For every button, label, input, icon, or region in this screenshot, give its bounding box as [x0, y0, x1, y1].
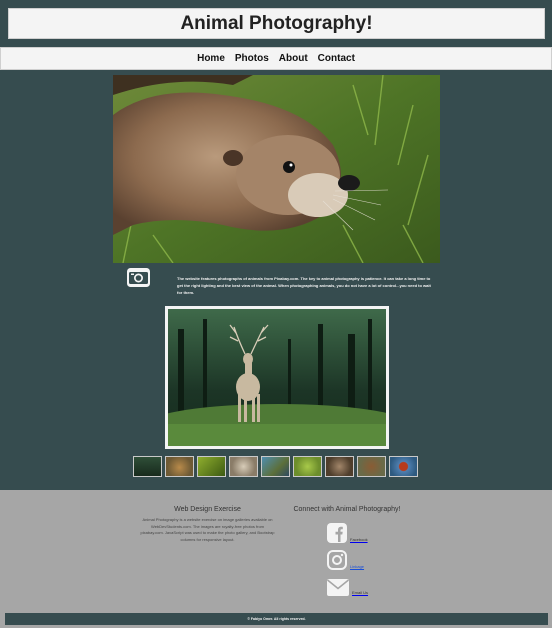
- camera-icon: [127, 268, 150, 287]
- facebook-icon: [327, 523, 347, 543]
- featured-deer-image: [168, 309, 386, 446]
- thumbnail-green-lizard[interactable]: [197, 456, 226, 477]
- site-title: Animal Photography!: [180, 12, 373, 34]
- footer: Web Design Exercise Animal Photography i…: [0, 490, 552, 628]
- instagram-link[interactable]: Linkage: [326, 549, 364, 571]
- facebook-label: Facebook: [350, 537, 368, 542]
- email-link[interactable]: Email Us: [326, 578, 368, 597]
- intro-text: The website features photographs of anim…: [177, 276, 431, 295]
- footer-about-text: Animal Photography is a website exercise…: [140, 517, 275, 542]
- envelope-icon: [326, 579, 350, 596]
- thumbnail-lion[interactable]: [165, 456, 194, 477]
- thumbnail-hedgehog[interactable]: [229, 456, 258, 477]
- thumbnail-strip: [133, 456, 418, 477]
- footer-about: Web Design Exercise Animal Photography i…: [140, 506, 275, 543]
- nav-contact-link[interactable]: Contact: [318, 53, 355, 64]
- copyright-bar: © Fabiyo Omer. All rights reserved.: [5, 613, 548, 625]
- instagram-icon: [327, 550, 347, 570]
- nav-about-link[interactable]: About: [279, 53, 308, 64]
- thumbnail-green-frog[interactable]: [293, 456, 322, 477]
- copyright-text: © Fabiyo Omer. All rights reserved.: [247, 617, 306, 621]
- email-label: Email Us: [352, 590, 369, 595]
- footer-connect: Connect with Animal Photography! Faceboo…: [292, 506, 402, 596]
- instagram-label: Linkage: [350, 564, 365, 569]
- thumbnail-forest-deer[interactable]: [133, 456, 162, 477]
- footer-about-title: Web Design Exercise: [174, 506, 241, 513]
- facebook-link[interactable]: Facebook: [326, 522, 368, 544]
- title-bar: Animal Photography!: [8, 8, 545, 39]
- footer-connect-title: Connect with Animal Photography!: [293, 506, 401, 513]
- thumbnail-ladybug[interactable]: [389, 456, 418, 477]
- nav-photos-link[interactable]: Photos: [235, 53, 269, 64]
- thumbnail-beaver[interactable]: [357, 456, 386, 477]
- thumbnail-sea-turtle[interactable]: [261, 456, 290, 477]
- thumbnail-otter-face[interactable]: [325, 456, 354, 477]
- featured-photo-frame: [165, 306, 389, 449]
- hero-otter-image: [113, 75, 440, 263]
- main-nav: Home Photos About Contact: [0, 47, 552, 70]
- nav-home-link[interactable]: Home: [197, 53, 225, 64]
